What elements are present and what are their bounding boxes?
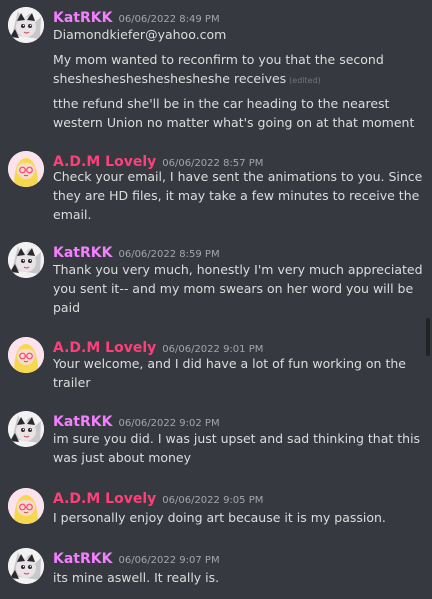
edited-indicator: (edited) <box>289 76 321 85</box>
username[interactable]: KatRKK <box>53 10 112 26</box>
message-text: I personally enjoy doing art because it … <box>53 510 386 525</box>
message-text: western Union no matter what's going on … <box>53 115 415 130</box>
message-text: sheshesheshesheshesheshe receives (edited… <box>53 71 321 86</box>
adm-avatar[interactable] <box>8 337 44 373</box>
message-text: its mine aswell. It really is. <box>53 570 220 585</box>
message-text: paid <box>53 300 81 315</box>
chat-message-list[interactable]: KatRKK 06/06/2022 8:49 PM Diamondkiefer@y… <box>0 0 432 599</box>
username[interactable]: KatRKK <box>53 551 112 567</box>
message-header: A.D.M Lovely 06/06/2022 9:01 PM <box>53 337 263 356</box>
adm-avatar[interactable] <box>8 151 44 187</box>
username[interactable]: A.D.M Lovely <box>53 491 156 507</box>
message-text: email. <box>53 207 92 222</box>
kat-avatar[interactable] <box>8 7 44 43</box>
message-header: KatRKK 06/06/2022 8:59 PM <box>53 242 220 261</box>
username[interactable]: KatRKK <box>53 414 112 430</box>
timestamp: 06/06/2022 8:59 PM <box>118 249 220 260</box>
scrollbar[interactable] <box>426 318 430 356</box>
message-text: they are HD files, it may take a few min… <box>53 188 420 203</box>
message-text: My mom wanted to reconfirm to you that t… <box>53 52 384 67</box>
message-text: trailer <box>53 375 91 390</box>
username[interactable]: KatRKK <box>53 245 112 261</box>
message-header: KatRKK 06/06/2022 9:07 PM <box>53 548 220 567</box>
message-header: A.D.M Lovely 06/06/2022 9:05 PM <box>53 488 264 507</box>
message-text: Diamondkiefer@yahoo.com <box>53 27 227 42</box>
message-text: tthe refund she'll be in the car heading… <box>53 96 390 111</box>
message-text: Thank you very much, honestly I'm very m… <box>53 262 423 277</box>
message-text: im sure you did. I was just upset and sa… <box>53 431 421 446</box>
adm-avatar[interactable] <box>8 488 44 524</box>
kat-avatar[interactable] <box>8 242 44 278</box>
message-text: you sent it-- and my mom swears on her w… <box>53 281 414 296</box>
timestamp: 06/06/2022 8:49 PM <box>118 14 220 25</box>
message-text: Check your email, I have sent the animat… <box>53 169 423 184</box>
kat-avatar[interactable] <box>8 548 44 584</box>
message-header: KatRKK 06/06/2022 8:49 PM <box>53 7 220 26</box>
kat-avatar[interactable] <box>8 411 44 447</box>
timestamp: 06/06/2022 9:05 PM <box>162 495 264 506</box>
message-text: Your welcome, and I did have a lot of fu… <box>53 356 406 371</box>
message-text: was just about money <box>53 450 192 465</box>
message-header: KatRKK 06/06/2022 9:02 PM <box>53 411 220 430</box>
timestamp: 06/06/2022 9:07 PM <box>118 555 220 566</box>
timestamp: 06/06/2022 9:02 PM <box>118 418 220 429</box>
